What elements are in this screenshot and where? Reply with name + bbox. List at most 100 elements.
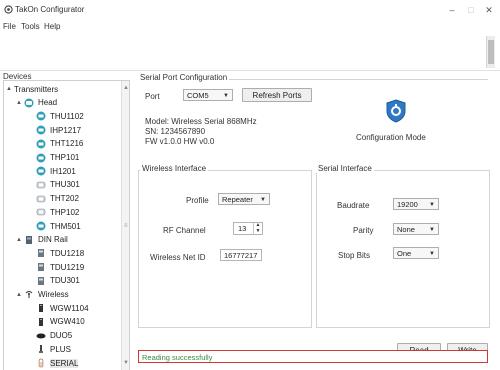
sensor-icon [36,207,46,217]
wireless-net-id-input[interactable]: 16777217 [220,249,262,261]
scroll-grip-icon[interactable]: ≡ [124,223,128,229]
app-icon [4,5,13,14]
plus-device-icon [36,344,46,354]
toolbar-scrollbar-thumb[interactable] [488,40,494,64]
tree-item-label: THP102 [50,207,80,217]
wireless-icon [24,290,34,300]
tree-scrollbar[interactable]: ▲ ≡ ▼ [121,81,129,370]
transmitter-icon [36,139,46,149]
parity-select[interactable]: None ▼ [393,223,439,235]
menu-file[interactable]: File [3,22,16,31]
title-bar: TakOn Configurator – □ ✕ [0,0,500,22]
tree-item-label: TDU1218 [50,248,85,258]
status-bar: Reading successfully [138,350,488,363]
tree-item-label: THU1102 [50,111,84,121]
serial-number-text: SN: 1234567890 [145,127,206,136]
transmitter-icon [36,111,46,121]
port-select[interactable]: COM5 ▼ [183,89,233,101]
tree-item-label: THU301 [50,180,80,190]
expand-arrow-icon[interactable]: ▲ [16,292,24,298]
transmitter-icon [36,125,46,135]
gateway-icon [36,303,46,313]
din-device-icon [36,248,46,258]
tree-item[interactable]: WGW410 [28,316,85,328]
sensor-icon [36,194,46,204]
minimize-button[interactable]: – [444,4,460,16]
tree-item[interactable]: DUO5 [28,330,72,342]
rf-channel-value: 13 [238,224,247,233]
expand-arrow-icon[interactable]: ▲ [16,237,24,243]
sensor-icon [36,180,46,190]
status-message: Reading successfully [142,353,213,362]
rf-channel-label: RF Channel [163,226,206,235]
toolbar-scrollbar[interactable] [486,36,495,68]
chevron-down-icon: ▼ [429,227,435,233]
din-device-icon [36,262,46,272]
tree-item[interactable]: ▲ DIN Rail [16,234,68,246]
tree-item[interactable]: THU301 [28,179,80,191]
tree-item[interactable]: TDU1218 [28,247,84,259]
profile-select[interactable]: Repeater ▼ [218,193,270,205]
tree-item[interactable]: SERIAL [28,357,79,369]
maximize-button[interactable]: □ [463,4,479,16]
stepper-buttons[interactable]: ▲ ▼ [253,222,262,235]
tree-item-label: TDU301 [50,276,80,286]
transmitter-icon [36,153,46,163]
baudrate-label: Baudrate [337,201,370,210]
tree-item[interactable]: PLUS [28,343,71,355]
tree-item-label: TDU1219 [50,262,85,272]
tree-item[interactable]: IH1201 [28,165,76,177]
tree-item[interactable]: TDU1219 [28,261,84,273]
din-device-icon [36,276,46,286]
tree-item-label: DIN Rail [38,235,68,245]
rf-channel-stepper[interactable]: 13 ▲ ▼ [233,222,263,235]
configuration-mode-icon [386,99,406,123]
chevron-down-icon[interactable]: ▼ [254,228,262,235]
serial-icon [36,358,46,368]
din-rail-icon [24,235,34,245]
wireless-net-id-label: Wireless Net ID [150,253,206,262]
serial-interface-title: Serial Interface [316,164,374,173]
tree-item-label: SERIAL [50,358,79,368]
tree-item[interactable]: THU1102 [28,110,84,122]
scroll-down-icon[interactable]: ▼ [123,360,129,366]
tree-item[interactable]: TDU301 [28,275,80,287]
chevron-down-icon: ▼ [223,93,229,99]
tree-item[interactable]: IHP1217 [28,124,81,136]
expand-arrow-icon[interactable]: ▲ [6,86,14,92]
wireless-interface-caption: Wireless Interface [140,164,209,173]
tree-item[interactable]: THP102 [28,206,79,218]
tree-item[interactable]: THP101 [28,152,79,164]
baudrate-select[interactable]: 19200 ▼ [393,198,439,210]
tree-item[interactable]: WGW1104 [28,302,89,314]
expand-arrow-icon[interactable]: ▲ [16,100,24,106]
tree-item-label: Transmitters [14,84,59,94]
tree-item[interactable]: THM501 [28,220,81,232]
gateway-icon [36,317,46,327]
stop-bits-select[interactable]: One ▼ [393,247,439,259]
tree-item[interactable]: THT202 [28,193,79,205]
toolbar-area [0,34,500,70]
tree-item-label: IH1201 [50,166,76,176]
tree-item[interactable]: ▲ Wireless [16,289,69,301]
menu-help[interactable]: Help [44,22,60,31]
scroll-up-icon[interactable]: ▲ [123,85,129,91]
tree-item[interactable]: THT1216 [28,138,83,150]
tree-item-label: IHP1217 [50,125,82,135]
model-text: Model: Wireless Serial 868MHz [145,117,257,126]
tree-item-label: THP101 [50,153,80,162]
tree-item-label: DUO5 [50,331,73,341]
close-button[interactable]: ✕ [481,4,497,16]
tree-item[interactable]: ▲ Transmitters [6,83,58,95]
divider [0,70,500,71]
tree-item-label: WGW1104 [50,303,89,313]
chevron-down-icon: ▼ [429,251,435,257]
menu-tools[interactable]: Tools [21,22,40,31]
head-icon [24,98,34,108]
tree-item-label: WGW410 [50,317,85,327]
tree-item[interactable]: ▲ Head [16,97,57,109]
refresh-ports-button[interactable]: Refresh Ports [242,88,312,102]
configuration-mode-label: Configuration Mode [356,133,426,142]
stop-bits-value: One [397,249,412,258]
serial-port-title: Serial Port Configuration [138,73,230,82]
